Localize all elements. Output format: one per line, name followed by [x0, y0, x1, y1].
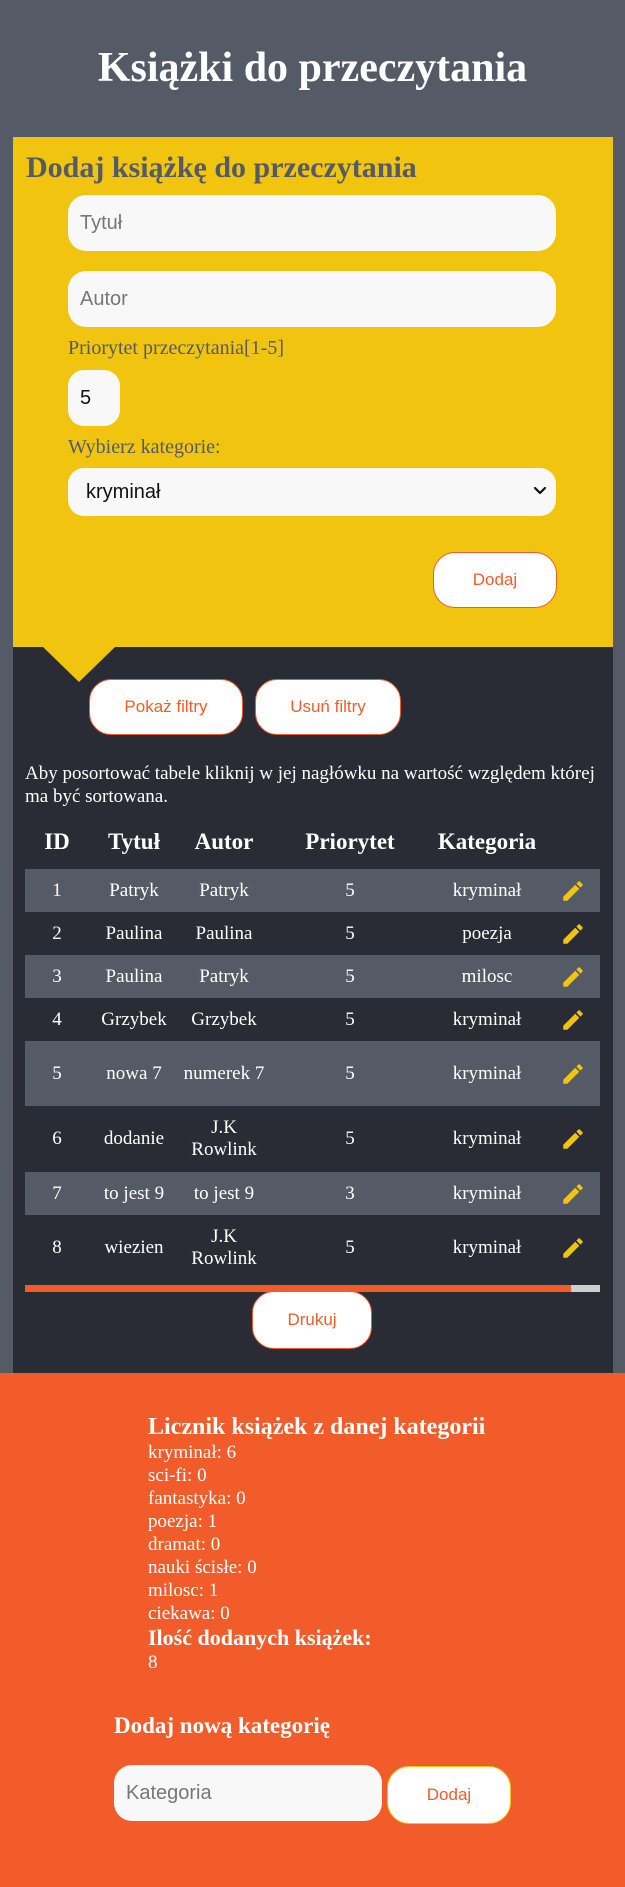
- counter-line: sci-fi: 0: [148, 1465, 207, 1486]
- cell-category: kryminał: [452, 1128, 522, 1149]
- table-row: 4 Grzybek Grzybek 5 kryminał: [25, 998, 600, 1041]
- table-row: 2 Paulina Paulina 5 poezja: [25, 912, 600, 955]
- pencil-icon[interactable]: [560, 1181, 586, 1207]
- table-header: ID Tytuł Autor Priorytet Kategoria: [25, 821, 600, 871]
- cell-author: numerek 7: [183, 1062, 265, 1084]
- cell-author: Grzybek: [191, 1008, 257, 1030]
- cell-priority: 5: [345, 1062, 355, 1084]
- cell-category: kryminał: [452, 1237, 522, 1258]
- counter-line: ciekawa: 0: [148, 1603, 230, 1624]
- add-category-button[interactable]: Dodaj: [387, 1766, 511, 1824]
- cell-title: dodanie: [103, 1128, 165, 1149]
- counter-title: Licznik książek z danej kategorii: [148, 1414, 486, 1440]
- cell-id: 1: [52, 879, 62, 901]
- cell-author: Patryk: [199, 879, 249, 901]
- stats-panel: Licznik książek z danej kategorii krymin…: [0, 1373, 625, 1887]
- cell-id: 4: [52, 1008, 62, 1030]
- header-priority[interactable]: Priorytet: [269, 829, 431, 855]
- add-book-title: Dodaj książkę do przeczytania: [26, 151, 417, 184]
- cell-title: Grzybek: [101, 1008, 167, 1030]
- table-row: 3 Paulina Patryk 5 milosc: [25, 955, 600, 998]
- pencil-icon[interactable]: [560, 921, 586, 947]
- author-input[interactable]: [68, 271, 556, 327]
- table-row: 7 to jest 9 to jest 9 3 kryminał: [25, 1172, 600, 1215]
- new-category-input[interactable]: [114, 1765, 382, 1821]
- cell-priority: 5: [345, 1128, 355, 1149]
- page-title: Książki do przeczytania: [97, 45, 528, 91]
- cell-category: kryminał: [452, 1062, 522, 1084]
- header-category[interactable]: Kategoria: [431, 829, 543, 855]
- new-category-title: Dodaj nową kategorię: [114, 1713, 330, 1738]
- pencil-icon[interactable]: [560, 1235, 586, 1261]
- title-input[interactable]: [68, 195, 556, 251]
- cell-id: 2: [52, 922, 62, 944]
- category-selected-value: kryminał: [86, 481, 161, 503]
- cell-priority: 5: [345, 922, 355, 944]
- priority-label: Priorytet przeczytania[1-5]: [68, 337, 285, 359]
- show-filters-button[interactable]: Pokaż filtry: [89, 679, 243, 735]
- cell-priority: 5: [345, 1008, 355, 1030]
- cell-category: kryminał: [452, 879, 522, 901]
- cell-priority: 5: [345, 965, 355, 987]
- page-header: Książki do przeczytania: [0, 0, 625, 137]
- header-id[interactable]: ID: [25, 829, 89, 855]
- pencil-icon[interactable]: [560, 1007, 586, 1033]
- print-button[interactable]: Drukuj: [252, 1291, 372, 1349]
- counter-line: poezja: 1: [148, 1511, 218, 1532]
- cell-author: J.K Rowlink: [191, 1117, 257, 1160]
- cell-title: nowa 7: [106, 1062, 162, 1084]
- table-row: 6 dodanie J.K Rowlink 5 kryminał: [25, 1106, 600, 1172]
- cell-author: to jest 9: [193, 1182, 255, 1204]
- cell-title: Patryk: [109, 879, 159, 901]
- pencil-icon[interactable]: [560, 964, 586, 990]
- cell-title: to jest 9: [103, 1182, 165, 1204]
- header-author[interactable]: Autor: [179, 829, 269, 855]
- panel-pointer: [43, 647, 115, 682]
- cell-id: 8: [52, 1237, 62, 1258]
- total-books-value: 8: [148, 1652, 158, 1673]
- category-counter: Licznik książek z danej kategorii krymin…: [148, 1413, 485, 1674]
- counter-line: nauki ścisłe: 0: [148, 1557, 257, 1578]
- table-row: 5 nowa 7 numerek 7 5 kryminał: [25, 1041, 600, 1106]
- chevron-down-icon: [533, 486, 547, 495]
- clear-filters-button[interactable]: Usuń filtry: [255, 679, 401, 735]
- cell-category: kryminał: [452, 1008, 522, 1030]
- cell-id: 7: [52, 1182, 62, 1204]
- total-books-title: Ilość dodanych książek:: [148, 1625, 372, 1650]
- counter-line: kryminał: 6: [148, 1442, 237, 1463]
- counter-line: milosc: 1: [148, 1580, 219, 1601]
- cell-priority: 3: [345, 1182, 355, 1204]
- cell-author: J.K Rowlink: [191, 1226, 257, 1269]
- priority-input[interactable]: [68, 370, 120, 426]
- header-title[interactable]: Tytuł: [89, 829, 179, 855]
- cell-id: 6: [52, 1128, 62, 1149]
- sort-hint: Aby posortować tabele kliknij w jej nagł…: [25, 763, 595, 807]
- pencil-icon[interactable]: [560, 1061, 586, 1087]
- cell-id: 3: [52, 965, 62, 987]
- category-label: Wybierz kategorie:: [68, 436, 221, 458]
- cell-author: Paulina: [195, 922, 253, 944]
- cell-category: poezja: [462, 922, 512, 944]
- cell-category: kryminał: [452, 1182, 522, 1204]
- pencil-icon[interactable]: [560, 878, 586, 904]
- counter-line: dramat: 0: [148, 1534, 221, 1555]
- cell-priority: 5: [345, 1237, 355, 1258]
- cell-category: milosc: [461, 965, 513, 987]
- table-row: 8 wiezien J.K Rowlink 5 kryminał: [25, 1215, 600, 1281]
- cell-title: wiezien: [104, 1237, 164, 1258]
- table-row: 1 Patryk Patryk 5 kryminał: [25, 869, 600, 912]
- pencil-icon[interactable]: [560, 1126, 586, 1152]
- category-select[interactable]: kryminał: [68, 468, 556, 516]
- cell-author: Patryk: [199, 965, 249, 987]
- counter-line: fantastyka: 0: [148, 1488, 246, 1509]
- cell-id: 5: [52, 1062, 62, 1084]
- cell-title: Paulina: [105, 922, 163, 944]
- add-book-button[interactable]: Dodaj: [433, 552, 557, 608]
- cell-priority: 5: [345, 879, 355, 901]
- cell-title: Paulina: [105, 965, 163, 987]
- add-book-panel: Dodaj książkę do przeczytania Priorytet …: [13, 137, 613, 647]
- books-panel: Pokaż filtry Usuń filtry Aby posortować …: [13, 647, 613, 1373]
